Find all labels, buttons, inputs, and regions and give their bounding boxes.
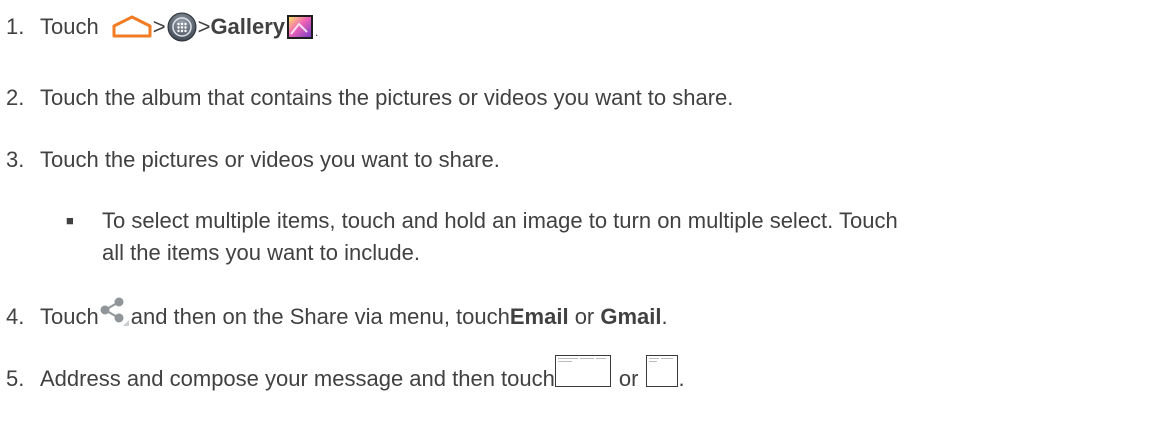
separator: >	[197, 14, 211, 39]
step-number: 2.	[6, 85, 25, 110]
home-icon	[112, 15, 152, 38]
step-text: Address and compose your message and the…	[40, 355, 685, 393]
gallery-icon	[287, 15, 314, 39]
step-main-text: Address and compose your message and the…	[40, 366, 555, 391]
send-button-icon	[554, 355, 611, 387]
end-period: .	[678, 366, 685, 391]
gallery-label: Gallery	[210, 14, 286, 39]
step-number: 3.	[6, 147, 25, 172]
step-number: 1.	[6, 14, 25, 39]
step-text: Touch and then on the Share via menu, to…	[40, 297, 668, 331]
step-number: 4.	[6, 304, 25, 329]
send-button-icon	[646, 355, 679, 387]
step-number: 5.	[6, 366, 25, 391]
gmail-label: Gmail	[600, 304, 662, 329]
email-label: Email	[509, 304, 569, 329]
step-text: Touch the pictures or videos you want to…	[40, 147, 500, 172]
step-text: Touch > > Gallery .	[40, 8, 318, 46]
share-icon	[100, 297, 129, 326]
step-mid-text: and then on the Share via menu, touch	[130, 304, 510, 329]
step-text: Touch the album that contains the pictur…	[40, 85, 734, 110]
bullet-text-line2: all the items you want to include.	[102, 240, 420, 265]
or-text: or	[568, 304, 601, 329]
apps-icon	[167, 12, 197, 42]
end-period: .	[315, 25, 319, 39]
or-text: or	[618, 366, 639, 391]
bullet-icon: ■	[66, 213, 74, 228]
step-touch-label: Touch	[40, 14, 99, 39]
bullet-text-line1: To select multiple items, touch and hold…	[102, 208, 898, 233]
step-touch-label: Touch	[40, 304, 99, 329]
separator: >	[152, 14, 166, 39]
end-period: .	[661, 304, 668, 329]
